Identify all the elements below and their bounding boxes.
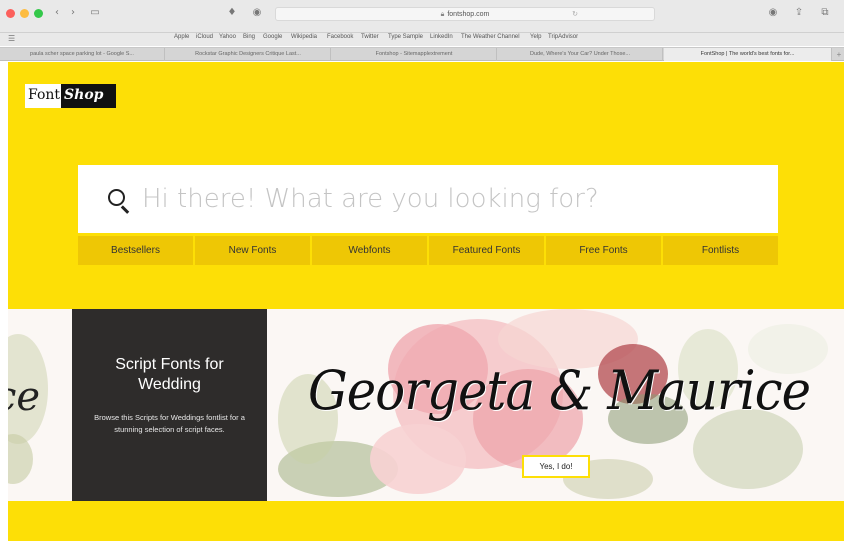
extension-icon[interactable]: ◉ — [766, 6, 780, 20]
search-input[interactable] — [142, 175, 762, 223]
share-icon[interactable]: ⇪ — [792, 6, 806, 20]
browser-tab[interactable]: paula scher space parking lot - Google S… — [0, 48, 165, 61]
category-nav: Bestsellers New Fonts Webfonts Featured … — [78, 236, 778, 265]
close-window-button[interactable] — [6, 9, 15, 18]
nav-free-fonts[interactable]: Free Fonts — [546, 236, 661, 265]
yes-i-do-button[interactable]: Yes, I do! — [522, 455, 590, 478]
tabs-overview-icon[interactable]: ⧉ — [818, 6, 832, 20]
promo-description: Browse this Scripts for Weddings fontlis… — [94, 413, 245, 434]
hero-section: Font Shop Bestsellers New Fonts Webfonts… — [8, 62, 844, 309]
back-icon[interactable]: ‹ — [50, 6, 64, 20]
browser-tab[interactable]: Dude, Where's Your Car? Under Those... — [498, 48, 663, 61]
pin-icon[interactable]: ♦ — [225, 6, 239, 20]
reading-list-icon[interactable]: ☰ — [8, 34, 15, 43]
bookmark-item[interactable]: Facebook — [327, 34, 353, 40]
tab-bar: paula scher space parking lot - Google S… — [0, 47, 844, 61]
nav-new-fonts[interactable]: New Fonts — [195, 236, 310, 265]
yellow-strip — [8, 501, 844, 541]
sidebar-icon[interactable]: ▭ — [87, 6, 103, 20]
promo-card: Script Fonts for Wedding Browse this Scr… — [72, 309, 267, 501]
logo-shop: Shop — [61, 84, 117, 108]
zoom-window-button[interactable] — [34, 9, 43, 18]
browser-tab-active[interactable]: FontShop | The world's best fonts for... — [664, 48, 832, 61]
bookmark-item[interactable]: Yelp — [530, 34, 541, 40]
bookmark-item[interactable]: Yahoo — [219, 34, 236, 40]
bookmark-item[interactable]: Apple — [174, 34, 189, 40]
bookmark-item[interactable]: TripAdvisor — [548, 34, 578, 40]
bookmark-item[interactable]: LinkedIn — [430, 34, 453, 40]
nav-featured-fonts[interactable]: Featured Fonts — [429, 236, 544, 265]
lock-icon: 🔒︎ — [440, 11, 445, 18]
bookmark-item[interactable]: Google — [263, 34, 282, 40]
browser-tab[interactable]: Fontshop - Sitemapplextrement — [332, 48, 497, 61]
script-sample-text: Georgeta & Maurice — [308, 359, 811, 422]
window-controls — [6, 9, 43, 18]
nav-bestsellers[interactable]: Bestsellers — [78, 236, 193, 265]
bookmark-item[interactable]: Type Sample — [388, 34, 423, 40]
script-fragment: ce — [8, 374, 41, 420]
bookmark-item[interactable]: Bing — [243, 34, 255, 40]
search-icon[interactable] — [108, 189, 125, 206]
feature-banner[interactable]: ce Script Fonts for Wedding Browse this … — [8, 309, 844, 501]
new-tab-icon[interactable]: + — [834, 48, 844, 61]
minimize-window-button[interactable] — [20, 9, 29, 18]
forward-icon[interactable]: › — [66, 6, 80, 20]
page: Font Shop Bestsellers New Fonts Webfonts… — [0, 62, 844, 541]
nav-fontlists[interactable]: Fontlists — [663, 236, 778, 265]
browser-tab[interactable]: Rockstar Graphic Designers Critique Last… — [166, 48, 331, 61]
promo-title: Script Fonts for Wedding — [115, 356, 224, 393]
bookmark-item[interactable]: iCloud — [196, 34, 213, 40]
bookmark-item[interactable]: The Weather Channel — [461, 34, 520, 40]
bookmarks-bar: ☰ Apple iCloud Yahoo Bing Google Wikiped… — [0, 33, 844, 46]
bookmark-item[interactable]: Twitter — [361, 34, 379, 40]
browser-toolbar: ‹ › ▭ ♦ ◉ 🔒︎ fontshop.com ↻ ◉ ⇪ ⧉ — [0, 0, 844, 33]
reload-icon[interactable]: ↻ — [572, 8, 578, 21]
logo-font: Font — [25, 84, 62, 108]
url-text: fontshop.com — [447, 11, 490, 18]
bookmark-item[interactable]: Wikipedia — [291, 34, 317, 40]
fontshop-logo[interactable]: Font Shop — [25, 84, 117, 108]
search-box — [78, 165, 778, 233]
nav-webfonts[interactable]: Webfonts — [312, 236, 427, 265]
address-bar[interactable]: 🔒︎ fontshop.com ↻ — [275, 7, 655, 21]
privacy-icon[interactable]: ◉ — [250, 6, 264, 20]
